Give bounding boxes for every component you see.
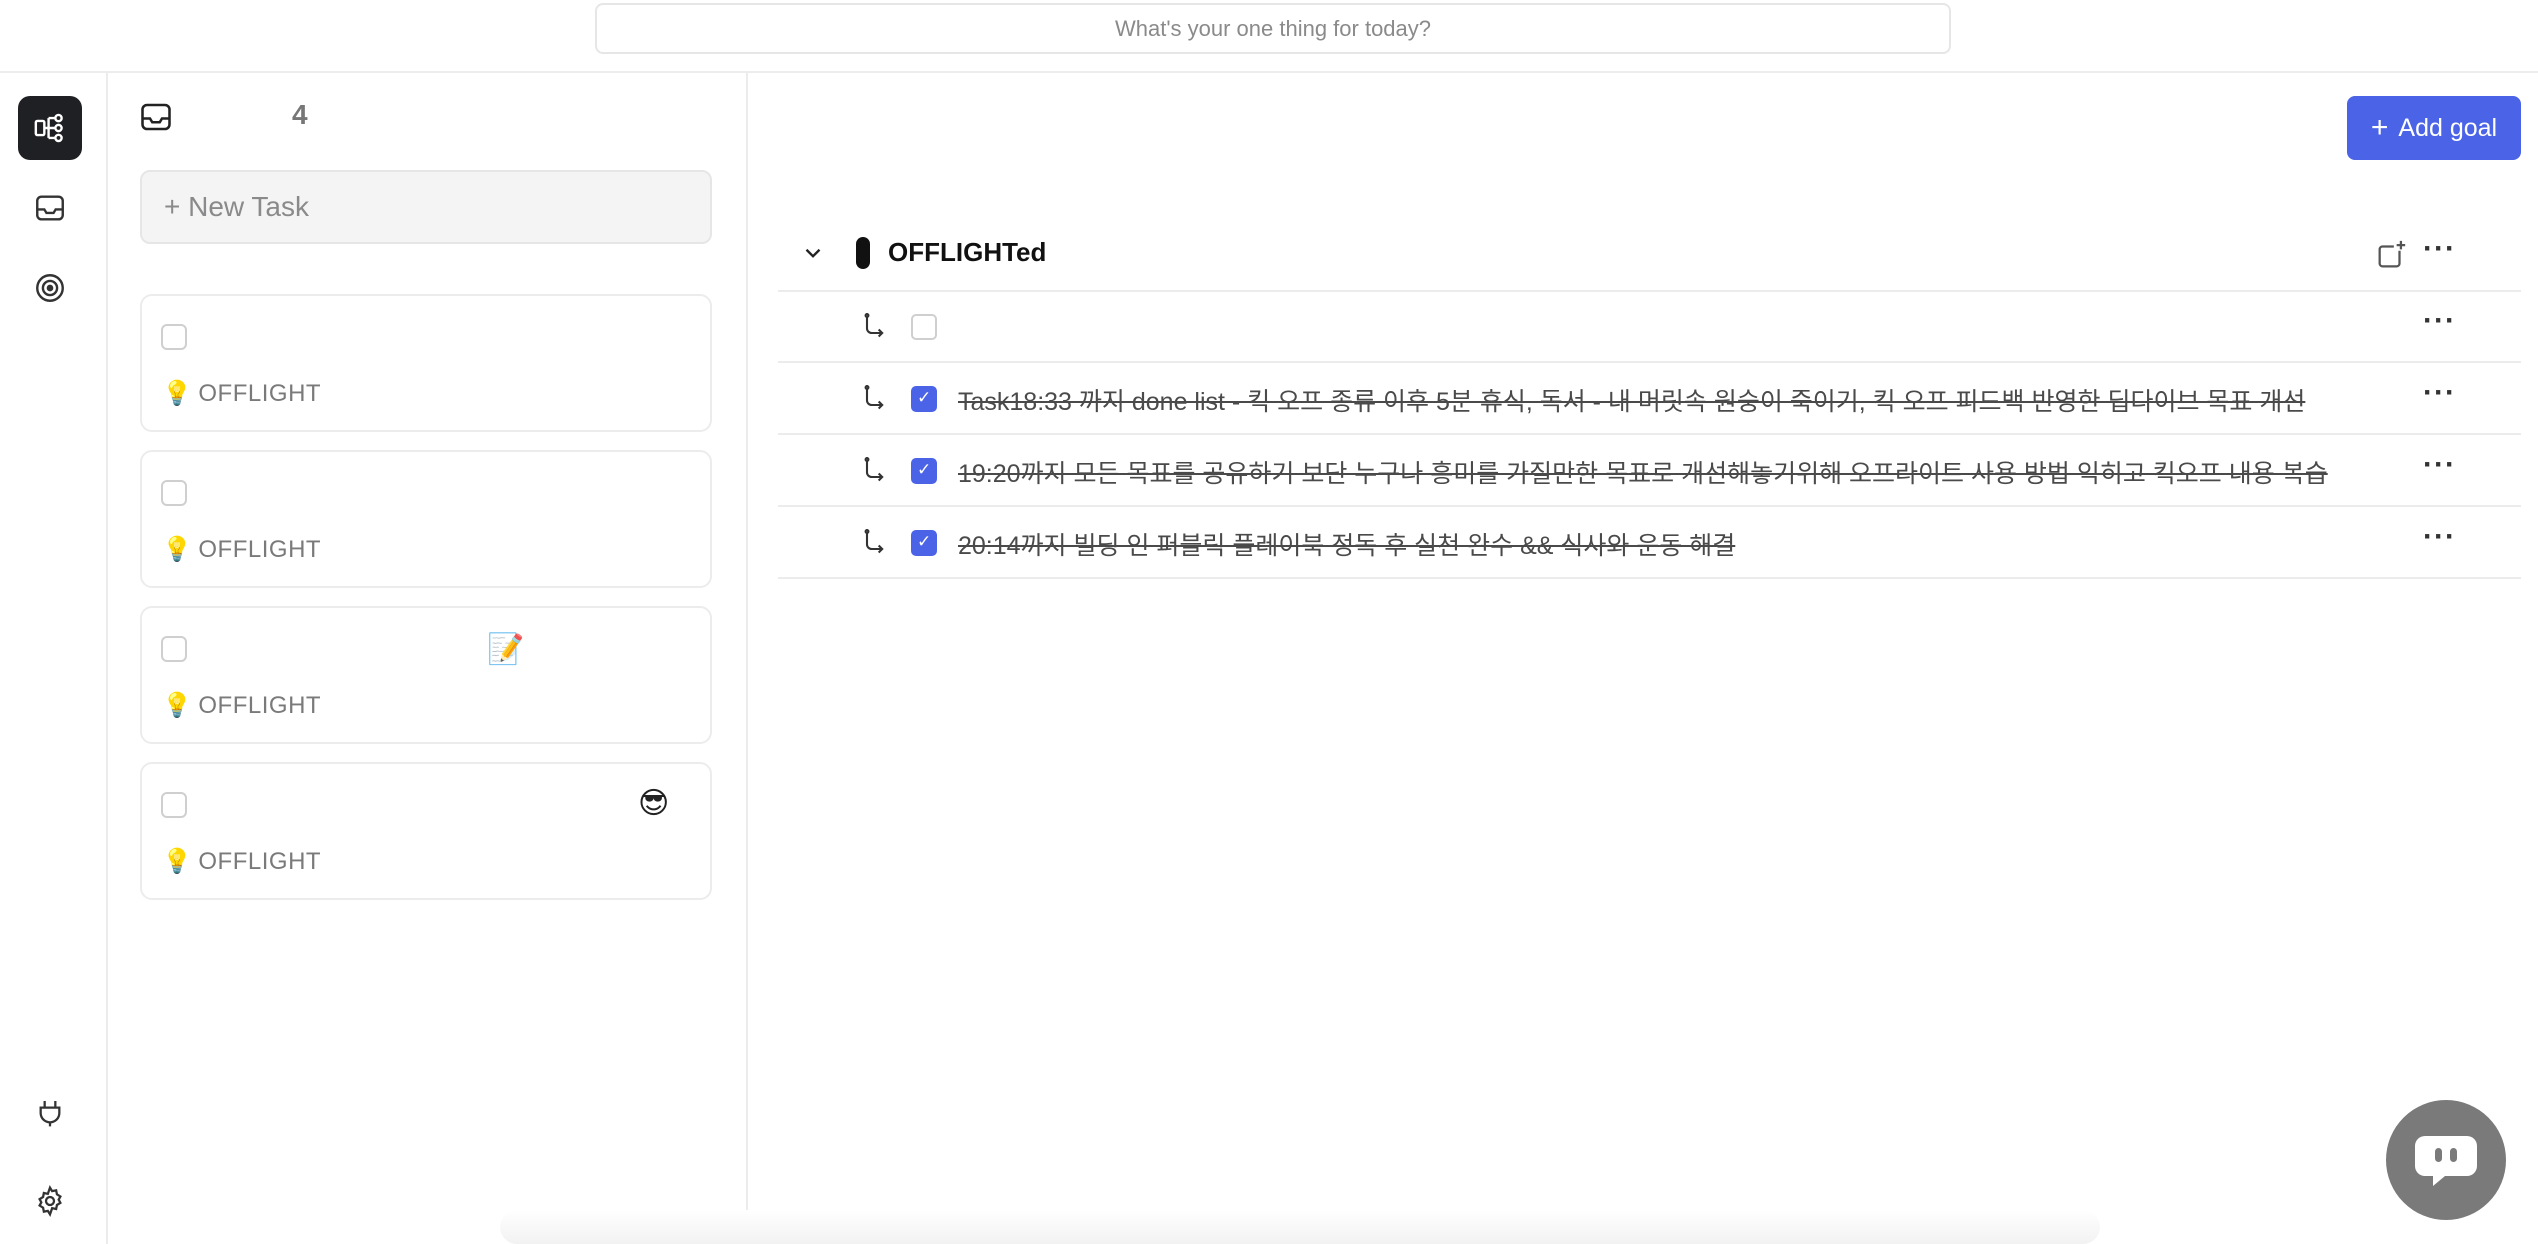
subtask-text[interactable]: Task18:33 까지 done list - 킥 오프 종류 이후 5분 휴… (958, 382, 2305, 418)
subtask-branch-icon (864, 313, 884, 338)
subtask-text[interactable]: 19:20까지 모든 목표를 공유하기 보단 누구나 흥미를 가질만한 목표로 … (958, 454, 2328, 490)
integrations-button[interactable] (18, 1081, 82, 1145)
lightbulb-icon: 💡 (162, 380, 193, 407)
left-rail (0, 73, 108, 1244)
subtask-more-icon[interactable]: ··· (2423, 520, 2456, 554)
inbox-nav-button[interactable] (18, 176, 82, 240)
subtask-row[interactable]: 19:20까지 모든 목표를 공유하기 보단 누구나 흥미를 가질만한 목표로 … (778, 434, 2521, 507)
chevron-down-icon[interactable] (800, 240, 826, 266)
goal-color-marker (856, 237, 870, 269)
add-subtask-icon[interactable] (2374, 238, 2408, 272)
inbox-icon (141, 103, 171, 131)
inbox-count: 4 (292, 99, 308, 130)
plus-icon: + (2370, 111, 2389, 144)
goal-tree-nav-button[interactable] (18, 96, 82, 160)
project-tag: 💡 OFFLIGHT (162, 691, 321, 720)
inbox-icon (36, 195, 64, 221)
subtask-row[interactable]: ··· (778, 290, 2521, 363)
project-tag-label: OFFLIGHT (198, 847, 322, 875)
top-bar: What's your one thing for today? (0, 0, 2538, 73)
task-checkbox[interactable] (161, 792, 187, 818)
subtask-checkbox-checked[interactable] (911, 530, 937, 556)
plug-icon (39, 1101, 61, 1127)
one-thing-input[interactable]: What's your one thing for today? (595, 3, 1951, 54)
sunglasses-emoji: 😎 (638, 787, 670, 820)
goal-title[interactable]: OFFLIGHTed (888, 237, 1046, 268)
settings-button[interactable] (18, 1169, 82, 1233)
goals-main: + Add goal OFFLIGHTed ··· ··· Task18:33 … (748, 73, 2538, 1244)
subtask-checkbox[interactable] (911, 314, 937, 340)
project-tag: 💡 OFFLIGHT (162, 379, 321, 408)
subtask-row[interactable]: Task18:33 까지 done list - 킥 오프 종류 이후 5분 휴… (778, 362, 2521, 435)
subtask-more-icon[interactable]: ··· (2423, 304, 2456, 338)
inbox-panel: 4 + New Task 💡 OFFLIGHT 💡 OFFLIGHT 📝 💡 OFFL… (108, 73, 748, 1244)
lightbulb-icon: 💡 (162, 692, 193, 719)
goal-more-icon[interactable]: ··· (2423, 232, 2456, 266)
add-goal-label: Add goal (2398, 113, 2498, 142)
task-checkbox[interactable] (161, 324, 187, 350)
bottom-fade (500, 1210, 2100, 1244)
subtask-checkbox-checked[interactable] (911, 386, 937, 412)
chat-icon (2415, 1136, 2477, 1186)
chat-support-button[interactable] (2386, 1100, 2506, 1220)
goal-row[interactable]: OFFLIGHTed ··· (778, 218, 2521, 292)
project-tag: 💡 OFFLIGHT (162, 847, 321, 876)
goal-tree-icon (34, 113, 63, 143)
inbox-task-card[interactable]: 💡 OFFLIGHT (140, 450, 712, 588)
subtask-checkbox-checked[interactable] (911, 458, 937, 484)
subtask-branch-icon (864, 529, 884, 554)
subtask-text[interactable]: 20:14까지 빌딩 인 퍼블릭 플레이북 정독 후 실천 완수 && 식사와 … (958, 526, 1735, 562)
inbox-task-card[interactable]: 😎 💡 OFFLIGHT (140, 762, 712, 900)
add-goal-button[interactable]: + Add goal (2347, 96, 2521, 160)
task-checkbox[interactable] (161, 480, 187, 506)
subtask-row[interactable]: 20:14까지 빌딩 인 퍼블릭 플레이북 정독 후 실천 완수 && 식사와 … (778, 506, 2521, 579)
subtask-branch-icon (864, 457, 884, 482)
subtask-more-icon[interactable]: ··· (2423, 448, 2456, 482)
project-tag: 💡 OFFLIGHT (162, 535, 321, 564)
inbox-task-card[interactable]: 💡 OFFLIGHT (140, 294, 712, 432)
lightbulb-icon: 💡 (162, 848, 193, 875)
project-tag-label: OFFLIGHT (198, 691, 322, 719)
gear-icon (38, 1185, 62, 1217)
subtask-branch-icon (864, 385, 884, 410)
memo-emoji: 📝 (487, 633, 525, 666)
new-task-input[interactable]: + New Task (140, 170, 712, 244)
target-nav-button[interactable] (18, 256, 82, 320)
inbox-task-card[interactable]: 📝 💡 OFFLIGHT (140, 606, 712, 744)
subtask-more-icon[interactable]: ··· (2423, 376, 2456, 410)
project-tag-label: OFFLIGHT (198, 379, 322, 407)
project-tag-label: OFFLIGHT (198, 535, 322, 563)
inbox-header (138, 99, 174, 135)
target-icon (36, 274, 64, 302)
lightbulb-icon: 💡 (162, 536, 193, 563)
task-checkbox[interactable] (161, 636, 187, 662)
